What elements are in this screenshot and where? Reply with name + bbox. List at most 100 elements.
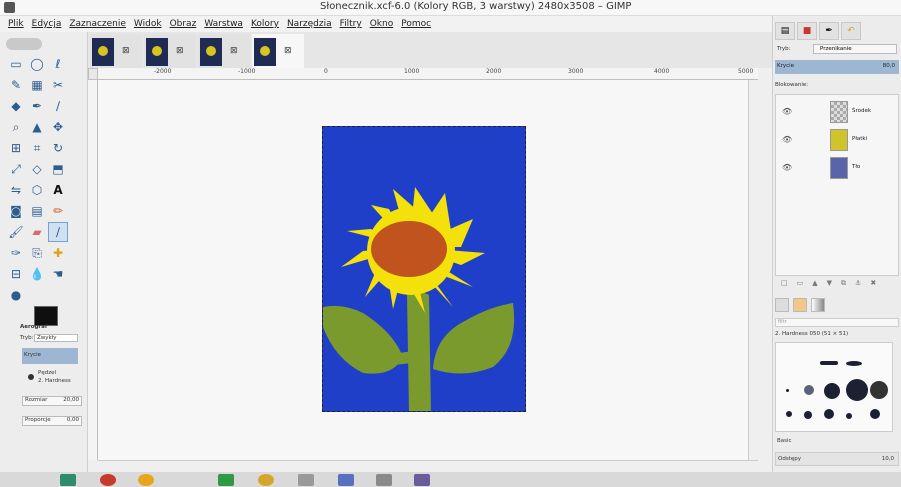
anchor-layer-icon[interactable]: ⚓ bbox=[855, 279, 861, 287]
menu-widok[interactable]: Widok bbox=[134, 19, 162, 29]
brush-swatch[interactable] bbox=[870, 381, 888, 399]
brush-preview-icon[interactable] bbox=[28, 374, 34, 380]
horizontal-scrollbar[interactable] bbox=[98, 460, 758, 470]
menu-filtry[interactable]: Filtry bbox=[340, 19, 362, 29]
free-select-icon[interactable]: ℓ bbox=[48, 54, 68, 74]
flip-icon[interactable]: ⇋ bbox=[6, 180, 26, 200]
cage-icon[interactable]: ⬡ bbox=[27, 180, 47, 200]
brush-swatch[interactable] bbox=[824, 383, 840, 399]
measure-icon[interactable]: ▲ bbox=[27, 117, 47, 137]
rect-select-icon[interactable]: ▭ bbox=[6, 54, 26, 74]
chrome-icon[interactable] bbox=[138, 474, 154, 486]
menu-plik[interactable]: Plik bbox=[8, 19, 24, 29]
menu-kolory[interactable]: Kolory bbox=[251, 19, 279, 29]
brush-swatch[interactable] bbox=[804, 411, 812, 419]
move-icon[interactable]: ✥ bbox=[48, 117, 68, 137]
lower-layer-icon[interactable]: ▼ bbox=[827, 279, 832, 287]
color-select-icon[interactable]: ▦ bbox=[27, 75, 47, 95]
close-icon[interactable]: ⊠ bbox=[176, 46, 184, 56]
opacity-slider[interactable]: Krycie bbox=[22, 348, 78, 364]
fuzzy-select-icon[interactable]: ✎ bbox=[6, 75, 26, 95]
brush-set-select[interactable]: Basic bbox=[775, 438, 899, 448]
brush-swatch-selected[interactable] bbox=[804, 385, 814, 395]
paths-icon[interactable]: ✒ bbox=[27, 96, 47, 116]
brush-grid[interactable] bbox=[775, 342, 893, 432]
scissors-icon[interactable]: ✂ bbox=[48, 75, 68, 95]
layers-tab-icon[interactable]: ▤ bbox=[775, 22, 795, 40]
brush-swatch[interactable] bbox=[824, 409, 834, 419]
brush-swatch[interactable] bbox=[846, 361, 862, 366]
bucket-fill-icon[interactable]: ◙ bbox=[6, 201, 26, 221]
size-slider[interactable]: Rozmiar 20,00 bbox=[22, 396, 82, 406]
color-picker-icon[interactable]: ∕ bbox=[48, 96, 68, 116]
brush-swatch[interactable] bbox=[846, 379, 868, 401]
eye-icon[interactable]: 👁 bbox=[782, 107, 792, 116]
brush-swatch[interactable] bbox=[870, 409, 880, 419]
menu-okno[interactable]: Okno bbox=[370, 19, 394, 29]
layer-opacity-slider[interactable]: Krycie 80,0 bbox=[775, 60, 899, 74]
close-icon[interactable]: ⊠ bbox=[284, 46, 292, 56]
app-icon[interactable] bbox=[298, 474, 314, 486]
menu-zaznaczenie[interactable]: Zaznaczenie bbox=[69, 19, 126, 29]
eye-icon[interactable]: 👁 bbox=[782, 135, 792, 144]
undo-tab-icon[interactable]: ↶ bbox=[841, 22, 861, 40]
scale-icon[interactable]: ⤢ bbox=[6, 159, 26, 179]
sunflower-image[interactable] bbox=[322, 126, 526, 412]
channels-tab-icon[interactable]: ■ bbox=[797, 22, 817, 40]
duplicate-layer-icon[interactable]: ⧉ bbox=[841, 279, 846, 288]
dodge-burn-icon[interactable]: ● bbox=[6, 285, 26, 305]
rotate-icon[interactable]: ↻ bbox=[48, 138, 68, 158]
brushes-tab-icon[interactable] bbox=[775, 298, 789, 312]
eraser-icon[interactable]: ▰ bbox=[27, 222, 47, 242]
menu-edycja[interactable]: Edycja bbox=[32, 19, 62, 29]
image-tab-active[interactable]: ⊠ bbox=[252, 34, 304, 68]
clone-icon[interactable]: ⎘ bbox=[27, 243, 47, 263]
layer-row[interactable]: 👁 Środek bbox=[776, 99, 900, 125]
menu-pomoc[interactable]: Pomoc bbox=[401, 19, 431, 29]
brush-filter-input[interactable]: filtr bbox=[775, 318, 899, 327]
zoom-icon[interactable]: ⌕ bbox=[6, 117, 26, 137]
foreground-select-icon[interactable]: ◆ bbox=[6, 96, 26, 116]
image-tab[interactable]: ⊠ bbox=[90, 34, 142, 68]
delete-layer-icon[interactable]: ✖ bbox=[870, 279, 876, 287]
new-layer-icon[interactable]: □ bbox=[781, 279, 788, 287]
brush-swatch[interactable] bbox=[786, 411, 792, 417]
blend-icon[interactable]: ▤ bbox=[27, 201, 47, 221]
blur-icon[interactable]: 💧 bbox=[27, 264, 47, 284]
app-icon[interactable] bbox=[414, 474, 430, 486]
vertical-scrollbar[interactable] bbox=[748, 80, 758, 460]
close-icon[interactable]: ⊠ bbox=[122, 46, 130, 56]
spacing-slider[interactable]: Odstępy 10,0 bbox=[775, 452, 899, 466]
patterns-tab-icon[interactable] bbox=[793, 298, 807, 312]
perspective-icon[interactable]: ⬒ bbox=[48, 159, 68, 179]
image-tab[interactable]: ⊠ bbox=[198, 34, 250, 68]
menu-warstwa[interactable]: Warstwa bbox=[204, 19, 243, 29]
gimp-app-icon[interactable] bbox=[4, 2, 15, 13]
raise-layer-icon[interactable]: ▲ bbox=[812, 279, 817, 287]
layer-row[interactable]: 👁 Tło bbox=[776, 155, 900, 181]
menu-obraz[interactable]: Obraz bbox=[170, 19, 197, 29]
smudge-icon[interactable]: ☚ bbox=[48, 264, 68, 284]
new-group-icon[interactable]: ▭ bbox=[797, 279, 804, 287]
close-icon[interactable]: ⊠ bbox=[230, 46, 238, 56]
pencil-icon[interactable]: ✏ bbox=[48, 201, 68, 221]
perspective-clone-icon[interactable]: ⊟ bbox=[6, 264, 26, 284]
brush-swatch[interactable] bbox=[820, 361, 838, 365]
menu-narzedzia[interactable]: Narzędzia bbox=[287, 19, 332, 29]
brush-swatch[interactable] bbox=[846, 413, 852, 419]
settings-gear-icon[interactable] bbox=[338, 474, 354, 486]
heal-icon[interactable]: ✚ bbox=[48, 243, 68, 263]
image-tab[interactable]: ⊠ bbox=[144, 34, 196, 68]
crop-icon[interactable]: ⌗ bbox=[27, 138, 47, 158]
layer-row[interactable]: 👁 Płatki bbox=[776, 127, 900, 153]
layer-mode-select[interactable]: Przenikanie bbox=[813, 44, 897, 54]
paths-tab-icon[interactable]: ✒ bbox=[819, 22, 839, 40]
aspect-slider[interactable]: Proporcje 0,00 bbox=[22, 416, 82, 426]
paintbrush-icon[interactable]: 🖌 bbox=[6, 222, 26, 242]
ink-icon[interactable]: ✑ bbox=[6, 243, 26, 263]
gimp-taskbar-icon[interactable] bbox=[376, 474, 392, 486]
spreadsheet-icon[interactable] bbox=[218, 474, 234, 486]
text-icon[interactable]: A bbox=[48, 180, 68, 200]
align-icon[interactable]: ⊞ bbox=[6, 138, 26, 158]
browser-icon[interactable] bbox=[258, 474, 274, 486]
